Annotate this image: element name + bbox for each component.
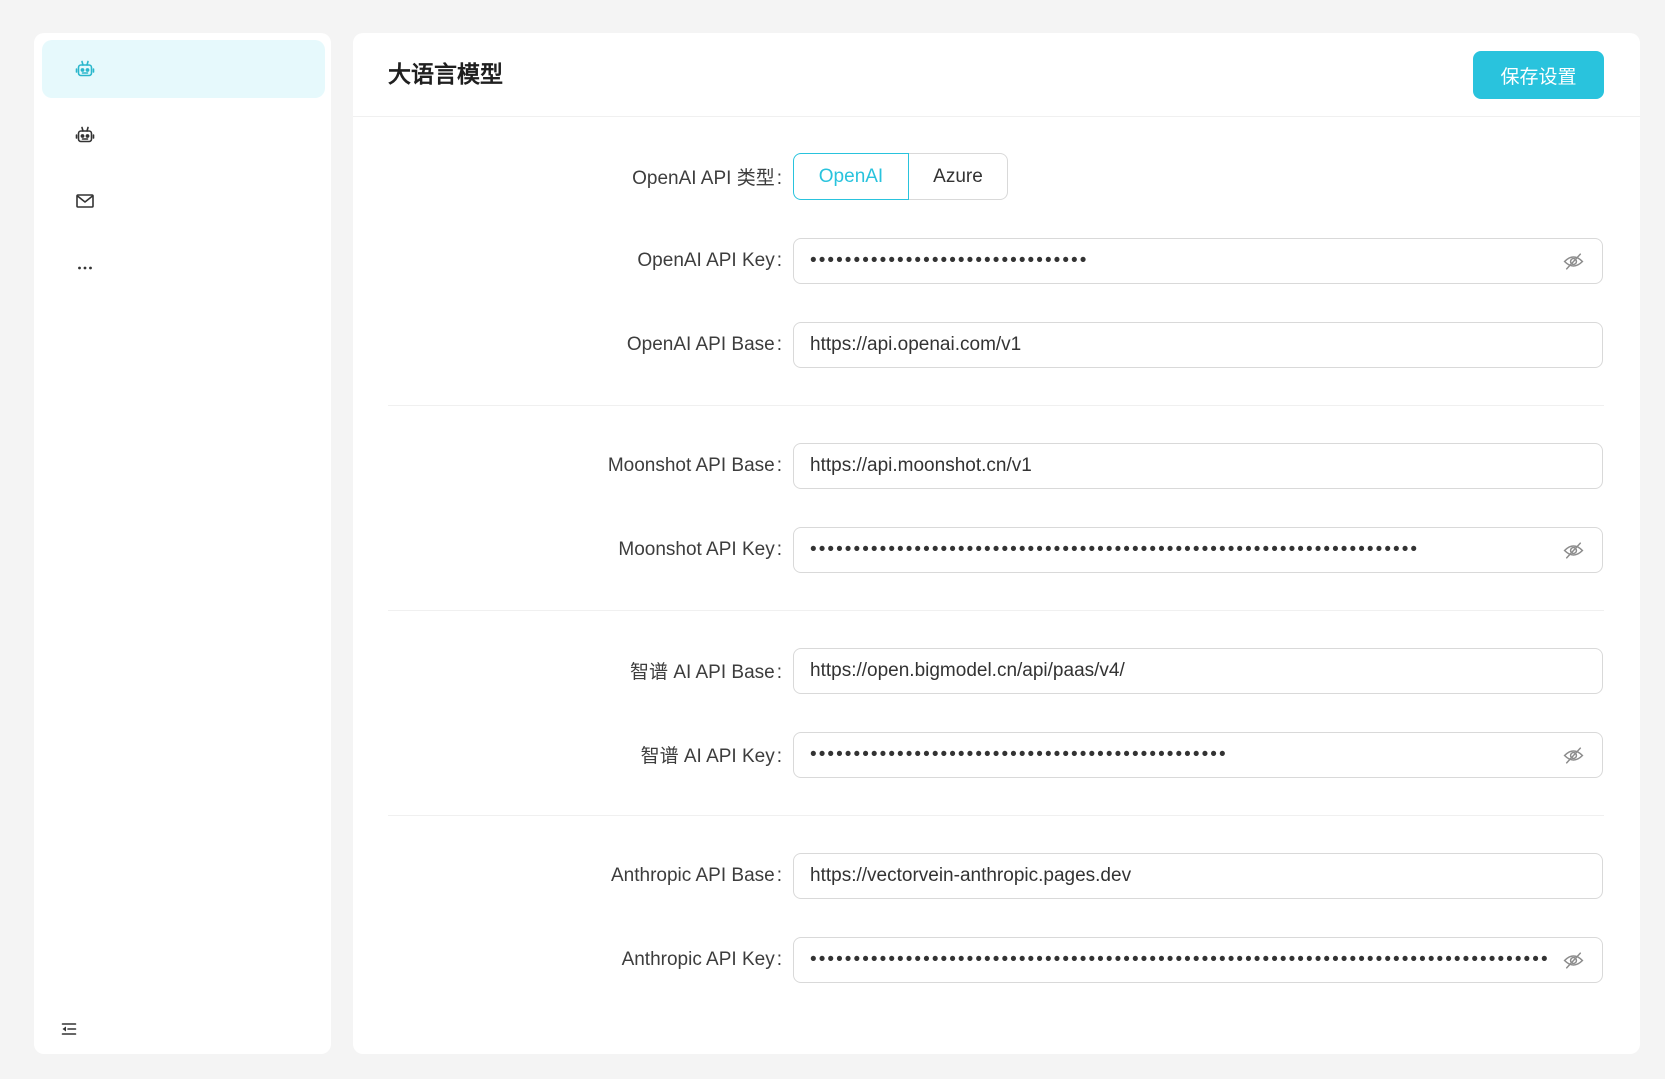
anthropic-api-key-label: Anthropic API Key: <box>621 948 782 970</box>
radio-openai[interactable]: OpenAI <box>793 153 909 200</box>
eye-invisible-icon[interactable] <box>1563 950 1584 971</box>
openai-api-base-field <box>793 321 1603 368</box>
anthropic-api-base-input[interactable] <box>794 853 1602 898</box>
zhipu-api-base-input[interactable] <box>794 648 1602 693</box>
settings-panel: 大语言模型 保存设置 OpenAI API 类型: OpenAI Azure O… <box>353 33 1640 1054</box>
moonshot-api-key-input[interactable] <box>794 527 1602 572</box>
sidebar-item-other[interactable]: 其他 <box>42 238 540 296</box>
openai-api-base-input[interactable] <box>794 322 1602 367</box>
save-settings-button[interactable]: 保存设置 <box>1473 51 1604 99</box>
openai-api-key-field <box>793 237 1603 284</box>
anthropic-api-base-label: Anthropic API Base: <box>611 864 782 886</box>
moonshot-api-base-field <box>793 442 1603 489</box>
page-title: 大语言模型 <box>388 61 503 87</box>
moonshot-api-base-input[interactable] <box>794 443 1602 488</box>
moonshot-api-key-field <box>793 526 1603 573</box>
zhipu-api-base-field <box>793 647 1603 694</box>
section-divider <box>388 815 1604 816</box>
eye-invisible-icon[interactable] <box>1563 540 1584 561</box>
panel-header: 大语言模型 保存设置 <box>353 33 1640 117</box>
anthropic-api-key-field <box>793 936 1603 983</box>
anthropic-api-key-row: Anthropic API Key: <box>353 936 1640 983</box>
moonshot-api-base-label: Moonshot API Base: <box>607 454 782 476</box>
zhipu-api-key-field <box>793 731 1603 778</box>
collapse-sidebar-button[interactable] <box>58 1018 80 1040</box>
eye-invisible-icon[interactable] <box>1563 745 1584 766</box>
zhipu-api-key-label: 智谱 AI API Key: <box>640 746 782 767</box>
section-divider <box>388 610 1604 611</box>
mail-icon <box>75 191 95 211</box>
ellipsis-icon <box>75 257 95 277</box>
sidebar-item-local-llm[interactable]: 本地大语言模型 <box>42 106 540 164</box>
robot-icon <box>75 59 95 79</box>
openai-api-base-label: OpenAI API Base: <box>626 333 782 355</box>
sidebar-item-email[interactable]: 邮件设置 <box>42 172 540 230</box>
openai-api-type-radio-group: OpenAI Azure <box>793 153 1008 200</box>
settings-form: OpenAI API 类型: OpenAI Azure OpenAI API K… <box>353 117 1640 983</box>
anthropic-api-base-row: Anthropic API Base: <box>353 852 1640 899</box>
menu-fold-icon <box>61 1021 77 1037</box>
zhipu-api-key-input[interactable] <box>794 732 1602 777</box>
openai-api-type-row: OpenAI API 类型: OpenAI Azure <box>353 153 1640 200</box>
anthropic-api-key-input[interactable] <box>794 937 1602 982</box>
openai-api-key-row: OpenAI API Key: <box>353 237 1640 284</box>
anthropic-api-base-field <box>793 852 1603 899</box>
openai-api-base-row: OpenAI API Base: <box>353 321 1640 368</box>
eye-invisible-icon[interactable] <box>1563 251 1584 272</box>
openai-api-key-input[interactable] <box>794 238 1602 283</box>
zhipu-api-base-row: 智谱 AI API Base: <box>353 647 1640 694</box>
zhipu-api-key-row: 智谱 AI API Key: <box>353 731 1640 778</box>
section-divider <box>388 405 1604 406</box>
openai-api-key-label: OpenAI API Key: <box>637 249 782 271</box>
sidebar: 大语言模型 本地大语言模型 邮件设置 其他 <box>34 33 540 1054</box>
moonshot-api-key-row: Moonshot API Key: <box>353 526 1640 573</box>
sidebar-item-llm[interactable]: 大语言模型 <box>42 40 540 98</box>
zhipu-api-base-label: 智谱 AI API Base: <box>630 662 782 683</box>
radio-azure[interactable]: Azure <box>909 153 1008 200</box>
openai-api-type-label: OpenAI API 类型: <box>632 168 782 189</box>
robot-icon <box>75 125 95 145</box>
moonshot-api-key-label: Moonshot API Key: <box>618 538 782 560</box>
moonshot-api-base-row: Moonshot API Base: <box>353 442 1640 489</box>
